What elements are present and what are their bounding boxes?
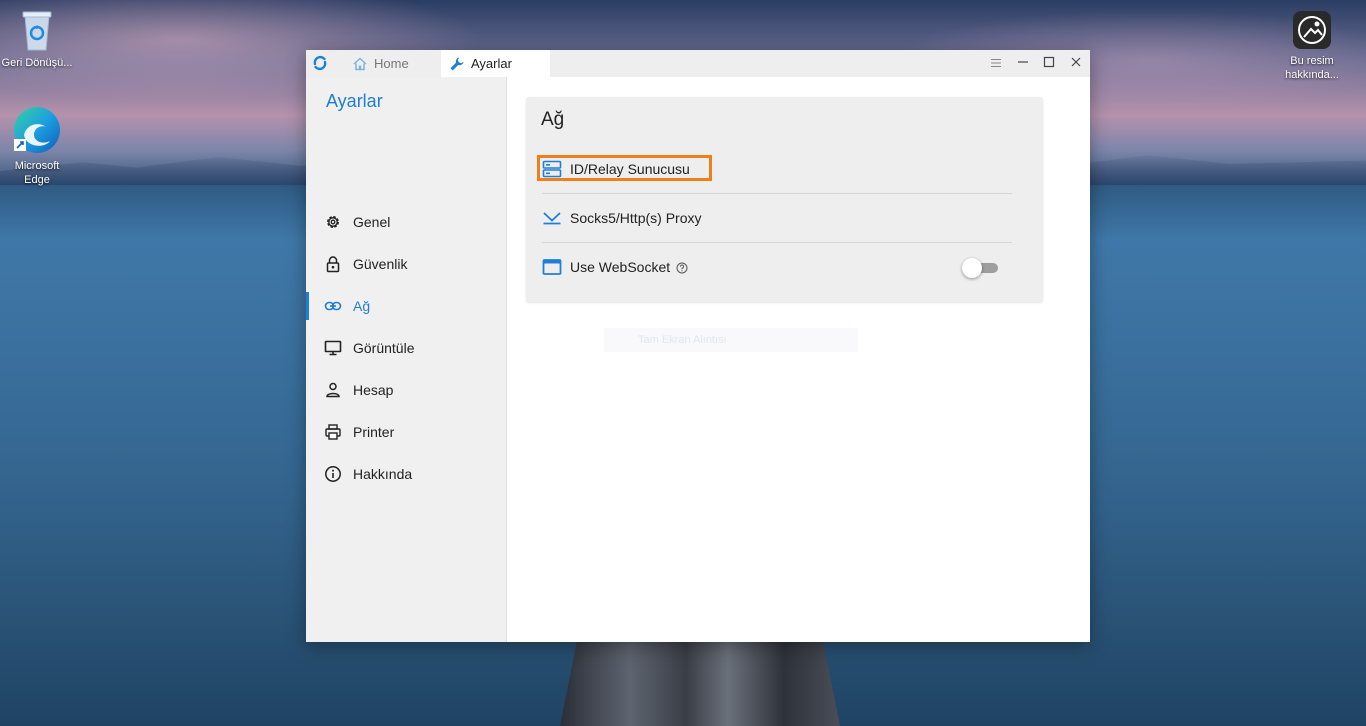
monitor-icon	[324, 339, 342, 357]
maximize-icon	[1043, 55, 1055, 73]
desktop-icon-edge[interactable]: Microsoft Edge	[1, 105, 73, 187]
minimize-button[interactable]	[1010, 50, 1036, 77]
sidebar-item-guvenlik[interactable]: Güvenlik	[306, 243, 506, 285]
tab-settings[interactable]: Ayarlar	[441, 50, 550, 77]
edge-icon	[12, 105, 62, 155]
minimize-icon	[1017, 55, 1029, 73]
sidebar-item-hakkinda[interactable]: Hakkında	[306, 453, 506, 495]
sidebar-item-ag[interactable]: Ağ	[306, 285, 506, 327]
sidebar-item-hesap[interactable]: Hesap	[306, 369, 506, 411]
sidebar-item-genel[interactable]: Genel	[306, 201, 506, 243]
desktop-icon-about-image[interactable]: Bu resim hakkında...	[1276, 10, 1348, 82]
sidebar-item-label: Genel	[353, 214, 391, 230]
recycle-bin-icon	[17, 6, 57, 52]
desktop-icon-label: Geri Dönüşü...	[1, 57, 73, 69]
app-window: Home Ayarlar Ayarlar Genel Güvenlik Ağ G…	[306, 50, 1090, 642]
sidebar-title: Ayarlar	[326, 91, 383, 111]
close-button[interactable]	[1063, 50, 1089, 77]
lock-icon	[324, 255, 342, 273]
sidebar-item-printer[interactable]: Printer	[306, 411, 506, 453]
close-icon	[1070, 55, 1082, 73]
user-icon	[324, 381, 342, 399]
help-icon[interactable]	[676, 261, 688, 274]
gear-icon	[324, 213, 342, 231]
maximize-button[interactable]	[1036, 50, 1062, 77]
camera-info-icon	[1292, 10, 1332, 50]
network-settings-card: Ağ ID/Relay Sunucusu Socks5/Http(s) Prox…	[526, 97, 1043, 302]
sidebar-item-label: Hakkında	[353, 466, 413, 482]
websocket-toggle[interactable]	[962, 258, 1000, 278]
wrench-icon	[449, 56, 465, 72]
desktop-icon-label: Bu resim hakkında...	[1285, 55, 1339, 81]
link-icon	[324, 297, 342, 315]
websocket-icon	[542, 257, 562, 277]
ghost-overlay-text: Tam Ekran Alıntısı	[604, 328, 858, 352]
tab-label: Home	[374, 56, 409, 71]
row-label: Socks5/Http(s) Proxy	[570, 210, 702, 226]
desktop-icon-label: Microsoft Edge	[14, 160, 60, 186]
home-icon	[352, 56, 368, 72]
app-logo-icon	[312, 55, 328, 71]
sidebar-item-goruntule[interactable]: Görüntüle	[306, 327, 506, 369]
highlight-box	[537, 155, 712, 181]
menu-button[interactable]	[983, 50, 1009, 77]
menu-icon	[990, 55, 1002, 73]
toggle-knob	[962, 258, 982, 278]
printer-icon	[324, 423, 342, 441]
row-label: Use WebSocket	[570, 259, 671, 275]
desktop-icon-recycle-bin[interactable]: Geri Dönüşü...	[1, 6, 73, 70]
card-title: Ağ	[541, 109, 565, 130]
sidebar-item-label: Printer	[353, 424, 395, 440]
settings-sidebar: Ayarlar Genel Güvenlik Ağ Görüntüle Hesa…	[306, 77, 507, 642]
title-bar[interactable]: Home Ayarlar	[306, 50, 1090, 77]
proxy-icon	[542, 208, 562, 228]
socks5-proxy-row[interactable]: Socks5/Http(s) Proxy	[542, 194, 1012, 242]
sidebar-item-label: Güvenlik	[353, 256, 408, 272]
sidebar-item-label: Ağ	[353, 298, 371, 314]
desktop-pier	[560, 642, 840, 726]
tab-home[interactable]: Home	[344, 50, 440, 77]
info-icon	[324, 465, 342, 483]
sidebar-item-label: Hesap	[353, 382, 394, 398]
tab-label: Ayarlar	[471, 56, 512, 71]
active-indicator	[306, 292, 309, 320]
sidebar-item-label: Görüntüle	[353, 340, 415, 356]
websocket-row: Use WebSocket	[542, 243, 1012, 291]
